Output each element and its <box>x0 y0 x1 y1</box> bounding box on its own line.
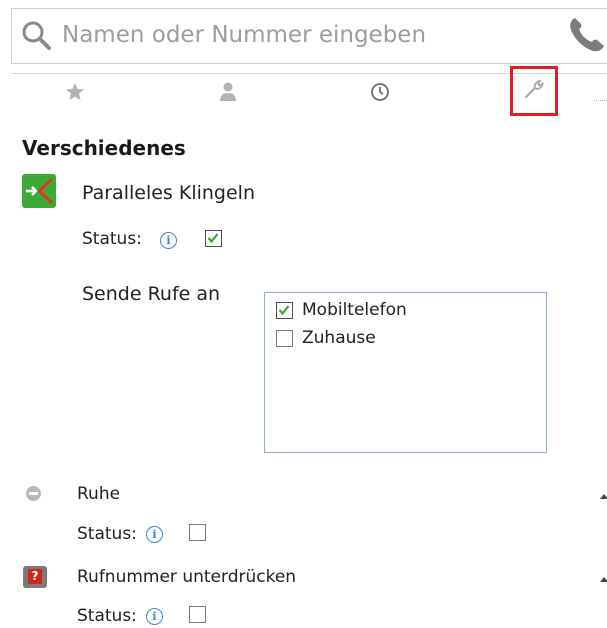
status-label: Status: <box>77 606 137 626</box>
home-checkbox[interactable] <box>276 329 293 347</box>
list-item[interactable]: Mobiltelefon <box>276 300 407 320</box>
star-icon <box>65 82 85 106</box>
wrench-icon <box>523 78 545 104</box>
parallel-ringing-icon <box>22 174 56 208</box>
status-label: Status: <box>77 524 137 544</box>
info-icon[interactable]: i <box>146 526 163 543</box>
suppress-number-title: Rufnummer unterdrücken <box>77 567 297 587</box>
info-icon[interactable]: i <box>160 232 177 249</box>
search-icon <box>21 20 51 54</box>
ruhe-status-checkbox[interactable] <box>189 524 206 541</box>
do-not-disturb-icon <box>26 486 41 501</box>
tab-history[interactable] <box>358 76 402 112</box>
list-item[interactable]: Zuhause <box>276 328 376 348</box>
suppress-number-icon: ? <box>23 566 47 588</box>
collapse-icon[interactable] <box>600 577 607 582</box>
list-item-label: Mobiltelefon <box>302 300 407 320</box>
mobile-checkbox[interactable] <box>276 301 293 319</box>
section-title: Verschiedenes <box>22 136 186 160</box>
parallel-ringing-title: Paralleles Klingeln <box>82 182 255 204</box>
tab-settings[interactable] <box>510 66 558 116</box>
collapse-icon[interactable] <box>600 494 607 499</box>
tab-contacts[interactable] <box>206 76 250 112</box>
send-calls-label: Sende Rufe an <box>82 283 221 305</box>
status-label: Status: <box>82 229 142 249</box>
clock-icon <box>370 82 390 106</box>
parallel-ringing-status-checkbox[interactable] <box>205 230 222 247</box>
search-input[interactable] <box>62 17 532 53</box>
send-targets-list[interactable]: Mobiltelefon Zuhause <box>264 292 547 453</box>
suppress-status-checkbox[interactable] <box>189 606 206 623</box>
tab-favorites[interactable] <box>53 76 97 112</box>
person-icon <box>219 82 237 106</box>
phone-icon[interactable] <box>566 14 607 58</box>
list-item-label: Zuhause <box>302 328 376 348</box>
info-icon[interactable]: i <box>146 608 163 625</box>
ruhe-title: Ruhe <box>77 484 121 504</box>
tabs-overflow <box>594 100 607 102</box>
